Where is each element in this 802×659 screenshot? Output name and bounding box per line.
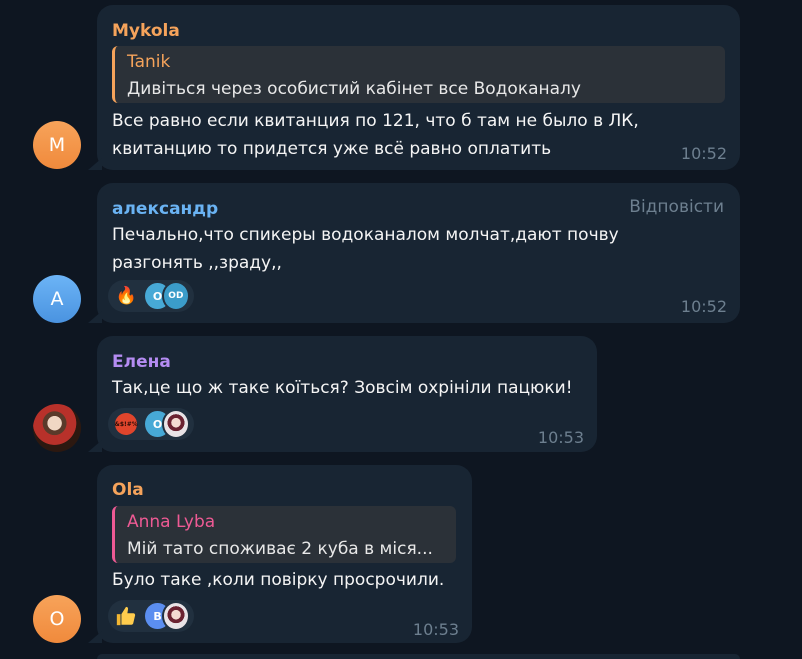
avatar-letter: O	[49, 608, 65, 630]
message-text-line: Було таке ,коли повірку просрочили.	[112, 570, 445, 590]
avatar[interactable]: M	[33, 121, 81, 169]
message-text-line: Все равно если квитанция по 121, что б т…	[112, 111, 639, 131]
message-text-line: Так,це що ж таке коїться? Зовсім охрініл…	[112, 378, 573, 398]
avatar-letter: A	[50, 288, 64, 310]
message-text-line: квитанцию то придется уже всё равно опла…	[112, 139, 552, 159]
reactor-avatar: OD	[161, 281, 191, 311]
quote-text: Дивіться через особистий кабінет все Вод…	[127, 79, 581, 99]
fire-icon: 🔥	[115, 286, 137, 306]
quote-author: Tanik	[127, 52, 171, 72]
message-bubble[interactable]: Ola Anna Lyba Мій тато споживає 2 куба в…	[97, 465, 472, 643]
reaction-chip[interactable]: B	[108, 600, 194, 632]
message-alexandr[interactable]: александр Відповісти Печально,что спикер…	[0, 178, 802, 328]
quote-text: Мій тато споживає 2 куба в міся...	[127, 539, 433, 559]
message-text-line: разгонять ,,зраду,,	[112, 253, 282, 273]
reactor-photo-avatar	[161, 409, 191, 439]
reply-quote[interactable]: Tanik Дивіться через особистий кабінет в…	[112, 46, 725, 103]
message-time: 10:52	[680, 144, 727, 163]
message-elena[interactable]: Елена Так,це що ж таке коїться? Зовсім о…	[0, 331, 802, 457]
chat-history[interactable]: Mykola Tanik Дивіться через особистий ка…	[0, 0, 802, 659]
cursing-face-icon: &$!#%	[115, 412, 138, 436]
thumbs-up-glyph	[117, 606, 136, 626]
reactor-photo-avatar	[161, 601, 191, 631]
reaction-chip[interactable]: 🔥 O OD	[108, 280, 194, 312]
message-author[interactable]: Ola	[112, 479, 144, 501]
cursing-face-glyph: &$!#%	[115, 413, 138, 435]
message-time: 10:52	[680, 297, 727, 316]
reaction-chip[interactable]: &$!#% O	[108, 408, 194, 440]
reply-button[interactable]: Відповісти	[629, 196, 724, 218]
message-bubble[interactable]: александр Відповісти Печально,что спикер…	[97, 183, 740, 323]
message-time: 10:53	[412, 620, 459, 639]
message-time: 10:53	[537, 428, 584, 447]
message-bubble[interactable]: Mykola Tanik Дивіться через особистий ка…	[97, 5, 740, 170]
avatar[interactable]: A	[33, 275, 81, 323]
bubble-tail	[88, 158, 102, 170]
message-bubble[interactable]: Елена Так,це що ж таке коїться? Зовсім о…	[97, 336, 597, 452]
message-author[interactable]: александр	[112, 198, 218, 220]
message-ola[interactable]: Ola Anna Lyba Мій тато споживає 2 куба в…	[0, 460, 802, 659]
message-author[interactable]: Елена	[112, 351, 171, 373]
avatar[interactable]	[33, 404, 81, 452]
quote-author: Anna Lyba	[127, 512, 216, 532]
avatar-letter: M	[48, 134, 66, 156]
reply-quote[interactable]: Anna Lyba Мій тато споживає 2 куба в міс…	[112, 506, 456, 563]
message-author[interactable]: Mykola	[112, 20, 180, 42]
message-mykola[interactable]: Mykola Tanik Дивіться через особистий ка…	[0, 0, 802, 175]
thumbs-up-icon	[115, 604, 137, 628]
next-message-bubble[interactable]	[97, 654, 740, 659]
message-text-line: Печально,что спикеры водоканалом молчат,…	[112, 225, 619, 245]
avatar[interactable]: O	[33, 595, 81, 643]
